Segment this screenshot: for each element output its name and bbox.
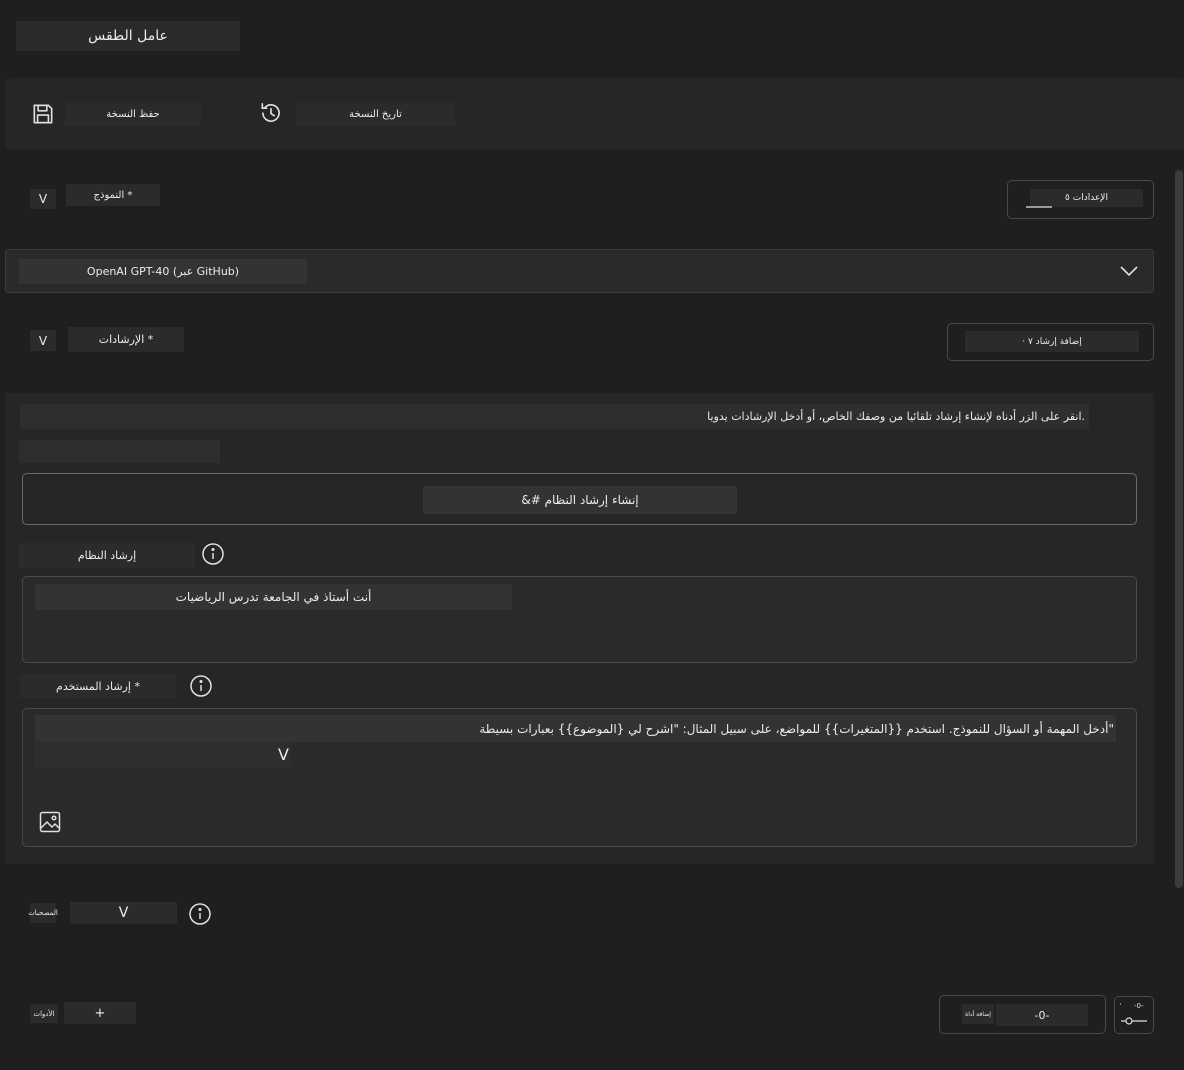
add-tool-label: إضافة أداة — [962, 1004, 994, 1024]
tools-settings-dot: · — [1119, 1000, 1122, 1010]
scrollbar-thumb[interactable] — [1175, 170, 1183, 888]
info-icon[interactable] — [201, 542, 225, 566]
hint-placeholder-bar — [19, 440, 220, 463]
tools-settings-value: -0- — [1134, 1002, 1144, 1010]
generate-system-instruction-label: &# إنشاء إرشاد النظام — [423, 486, 737, 514]
tools-add-toggle[interactable]: + — [64, 1002, 136, 1024]
model-label: النموذج * — [66, 184, 160, 206]
add-instruction-label: · إضافة إرشاد ٧ — [965, 331, 1139, 352]
add-tool-value: -0- — [996, 1004, 1088, 1026]
chevron-down-icon[interactable] — [1117, 262, 1141, 280]
attachments-label: المصحبات — [28, 903, 58, 923]
model-collapse-toggle[interactable]: V — [30, 189, 56, 209]
system-instruction-text: أنت أستاذ في الجامعة تدرس الرياضيات — [35, 584, 512, 610]
save-version-button[interactable]: حفظ النسخة — [65, 103, 201, 126]
instructions-label: الإرشادات * — [68, 327, 184, 352]
image-icon[interactable] — [37, 809, 63, 835]
instructions-collapse-toggle[interactable]: V — [30, 330, 56, 351]
version-history-button[interactable]: تاريخ النسخة — [296, 103, 455, 126]
user-instruction-placeholder: أدخل المهمة أو السؤال للنموذج. استخدم {{… — [35, 715, 1116, 742]
user-instruction-expand[interactable]: V — [34, 742, 291, 767]
save-icon[interactable] — [29, 100, 57, 128]
sliders-icon — [1119, 1014, 1149, 1028]
instructions-hint: انقر على الزر أدناه لإنشاء إرشاد تلقائيا… — [20, 404, 1089, 429]
attachments-collapse-toggle[interactable]: V — [70, 902, 177, 924]
sliders-icon — [1024, 199, 1054, 211]
tools-label: الأدوات — [30, 1004, 58, 1023]
system-instruction-label: إرشاد النظام — [19, 543, 195, 568]
page-title: عامل الطقس — [16, 21, 240, 51]
model-select-value: OpenAI GPT-40 (عبر GitHub) — [19, 259, 307, 284]
user-instruction-label: إرشاد المستخدم * — [20, 674, 176, 698]
info-icon[interactable] — [188, 902, 212, 926]
info-icon[interactable] — [189, 674, 213, 698]
history-icon[interactable] — [257, 99, 285, 127]
